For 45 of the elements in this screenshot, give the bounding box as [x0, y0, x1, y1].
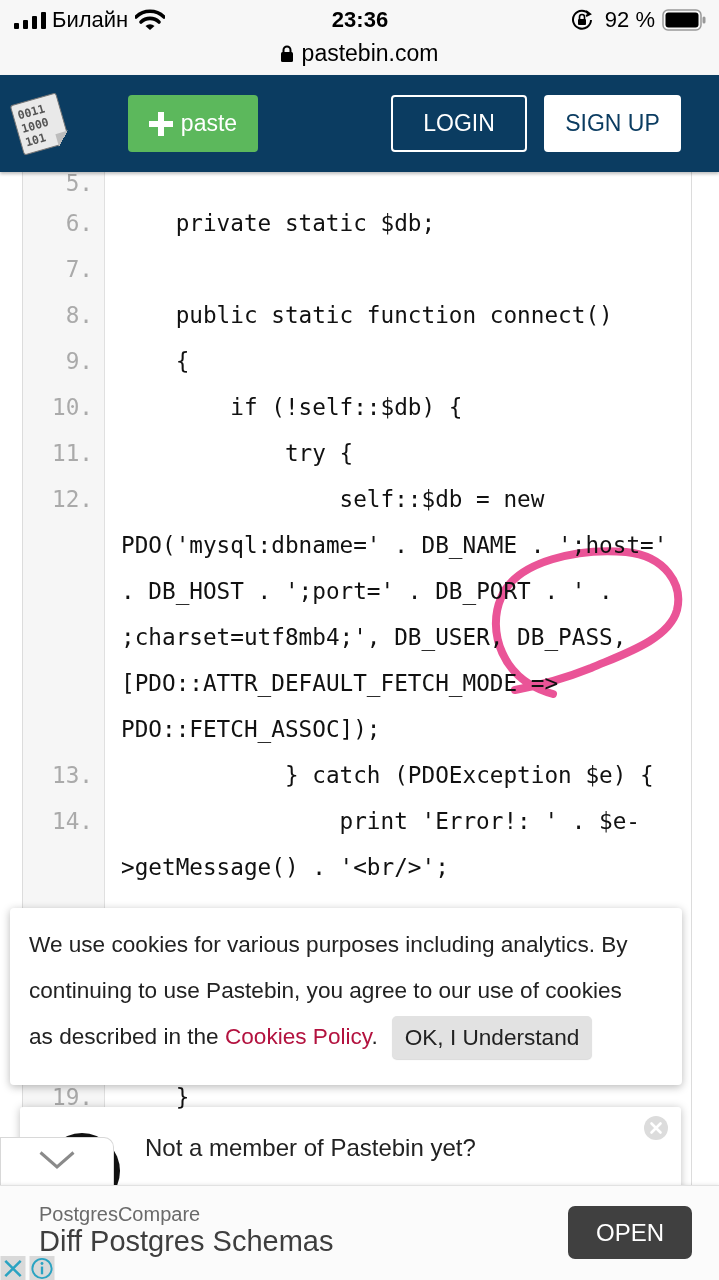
cookie-notice-text: as described in the Cookies Policy.	[29, 1023, 378, 1051]
wifi-icon	[135, 9, 166, 31]
line-number: 10.	[52, 394, 93, 420]
code-line: self::$db = new	[339, 485, 545, 514]
code-line: if (!self::$db) {	[230, 393, 463, 422]
login-button[interactable]: LOGIN	[391, 95, 527, 152]
close-icon[interactable]	[644, 1116, 668, 1140]
ad-close-icon[interactable]	[0, 1256, 26, 1280]
member-prompt-text: Not a member of Pastebin yet?	[145, 1134, 476, 1161]
line-number: 7.	[65, 256, 93, 282]
line-number: 13.	[52, 762, 93, 788]
line-number: 19.	[52, 1084, 93, 1110]
line-number: 12.	[52, 486, 93, 512]
chevron-down-icon	[39, 1151, 75, 1169]
line-number: 8.	[65, 302, 93, 328]
carrier-name: Билайн	[52, 7, 129, 33]
open-button[interactable]: OPEN	[568, 1206, 692, 1259]
code-line: public static function connect()	[175, 301, 613, 330]
code-line: >getMessage() . '<br/>';	[121, 853, 449, 882]
orientation-lock-icon	[570, 9, 593, 31]
lock-icon	[280, 44, 293, 62]
accept-cookies-button[interactable]: OK, I Understand	[391, 1015, 593, 1059]
cookies-policy-link[interactable]: Cookies Policy	[224, 1024, 372, 1049]
code-line: }	[175, 1083, 190, 1112]
code-line: PDO::FETCH_ASSOC]);	[121, 715, 381, 745]
signal-icon	[14, 11, 46, 29]
code-line: private static $db;	[175, 209, 436, 238]
line-number: 14.	[52, 808, 93, 834]
ad-headline: Diff Postgres Schemas	[39, 1227, 334, 1256]
signup-button[interactable]: SIGN UP	[544, 95, 681, 152]
url-text[interactable]: pastebin.com	[301, 39, 439, 67]
code-line: {	[175, 347, 190, 376]
line-number: 6.	[65, 210, 93, 236]
code-line: try {	[284, 439, 354, 468]
advertiser-name: PostgresCompare	[39, 1202, 201, 1226]
plus-icon	[148, 111, 173, 136]
line-number: 11.	[52, 440, 93, 466]
battery-icon	[662, 9, 706, 31]
battery-percent: 92 %	[604, 7, 655, 33]
line-number: 9.	[65, 348, 93, 374]
code-line: } catch (PDOException $e) {	[284, 761, 654, 790]
line-number: 5.	[65, 170, 93, 196]
clock-time: 23:36	[331, 7, 389, 33]
ad-info-icon[interactable]	[29, 1256, 55, 1280]
code-line: print 'Error!: ' . $e-	[339, 807, 641, 836]
